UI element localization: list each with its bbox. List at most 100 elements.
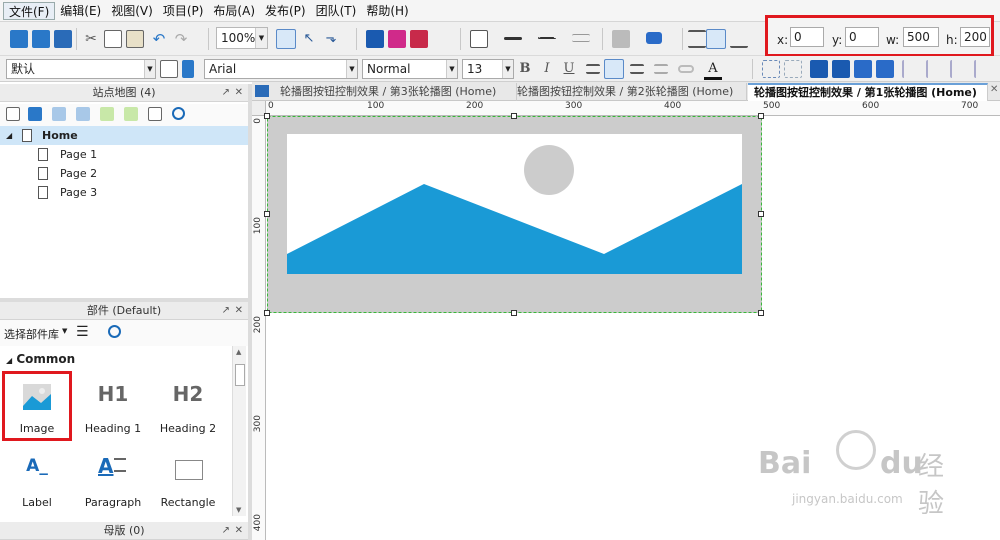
align-left-icon[interactable] xyxy=(586,64,600,74)
pop-out-icon[interactable]: ↗ xyxy=(222,522,230,540)
select-contain-icon[interactable]: ↖ xyxy=(300,30,318,48)
tab-slide-1[interactable]: 轮播图按钮控制效果 / 第1张轮播图 (Home) xyxy=(748,83,988,101)
close-icon[interactable]: ✕ xyxy=(235,522,243,540)
share-icon[interactable] xyxy=(388,30,406,48)
align-right-icon[interactable] xyxy=(630,64,644,74)
collapse-triangle-icon[interactable]: ◢ xyxy=(6,356,12,365)
resize-handle-se[interactable] xyxy=(758,310,764,316)
copy-icon[interactable] xyxy=(104,30,122,48)
resize-handle-e[interactable] xyxy=(758,211,764,217)
underline-button[interactable]: U xyxy=(560,60,578,78)
send-back-icon[interactable] xyxy=(832,60,850,78)
save-icon[interactable] xyxy=(54,30,72,48)
italic-button[interactable]: I xyxy=(538,60,556,78)
tab-slide-3[interactable]: 轮播图按钮控制效果 / 第3张轮播图 (Home) xyxy=(274,83,517,101)
menu-layout[interactable]: 布局(A) xyxy=(208,2,260,20)
font-select[interactable]: Arial ▼ xyxy=(204,59,358,79)
align-top-icon[interactable] xyxy=(688,30,706,48)
sitemap-item-page-3[interactable]: Page 3 xyxy=(0,183,248,202)
arrow-style-icon[interactable] xyxy=(572,34,590,42)
align-center-icon[interactable] xyxy=(604,59,624,79)
group-icon[interactable] xyxy=(762,60,780,78)
y-input[interactable]: 0 xyxy=(845,27,879,47)
move-up-icon[interactable] xyxy=(52,107,66,121)
x-input[interactable]: 0 xyxy=(790,27,824,47)
widget-label[interactable]: A_ Label xyxy=(2,450,72,514)
font-weight-select[interactable]: Normal ▼ xyxy=(362,59,458,79)
delete-page-icon[interactable] xyxy=(148,107,162,121)
menu-edit[interactable]: 编辑(E) xyxy=(55,2,106,20)
sitemap-item-page-2[interactable]: Page 2 xyxy=(0,164,248,183)
publish-icon[interactable] xyxy=(410,30,428,48)
line-style-icon[interactable] xyxy=(538,37,556,39)
menu-help[interactable]: 帮助(H) xyxy=(361,2,413,20)
search-icon[interactable] xyxy=(172,107,185,120)
menu-publish[interactable]: 发布(P) xyxy=(260,2,311,20)
close-icon[interactable]: ✕ xyxy=(990,84,998,95)
add-folder-icon[interactable] xyxy=(28,107,42,121)
scroll-up-icon[interactable]: ▲ xyxy=(236,348,241,356)
undo-icon[interactable]: ↶ xyxy=(150,30,168,48)
resize-handle-s[interactable] xyxy=(511,310,517,316)
widget-heading-2[interactable]: H2 Heading 2 xyxy=(153,376,223,440)
bring-front-icon[interactable] xyxy=(810,60,828,78)
paint-bucket-icon[interactable] xyxy=(612,30,630,48)
menu-file[interactable]: 文件(F) xyxy=(3,1,56,20)
paste-icon[interactable] xyxy=(126,30,144,48)
resize-handle-n[interactable] xyxy=(511,113,517,119)
style-edit-icon[interactable] xyxy=(160,60,178,78)
outdent-icon[interactable] xyxy=(124,107,138,121)
widget-paragraph[interactable]: A Paragraph xyxy=(78,450,148,514)
ungroup-icon[interactable] xyxy=(784,60,802,78)
bullet-list-icon[interactable] xyxy=(654,64,668,74)
resize-handle-sw[interactable] xyxy=(264,310,270,316)
zoom-select[interactable]: 100% ▼ xyxy=(216,27,268,49)
new-file-icon[interactable] xyxy=(10,30,28,48)
tab-slide-2[interactable]: 轮播图按钮控制效果 / 第2张轮播图 (Home) xyxy=(511,83,747,101)
fill-color-icon[interactable] xyxy=(470,30,488,48)
shape-fill-icon[interactable] xyxy=(646,32,662,44)
tab-list-icon[interactable] xyxy=(255,85,269,97)
font-size-select[interactable]: 13 ▼ xyxy=(462,59,514,79)
align-middle-icon[interactable] xyxy=(706,29,726,49)
connector-icon[interactable]: ⬎ xyxy=(322,30,340,48)
format-painter-icon[interactable] xyxy=(182,60,194,78)
w-input[interactable]: 500 xyxy=(903,27,939,47)
menu-team[interactable]: 团队(T) xyxy=(311,2,362,20)
library-select[interactable]: 选择部件库 xyxy=(4,326,59,342)
bring-forward-icon[interactable] xyxy=(854,60,872,78)
scroll-thumb[interactable] xyxy=(235,364,245,386)
widget-section-common[interactable]: ◢ Common xyxy=(0,349,232,369)
pop-out-icon[interactable]: ↗ xyxy=(222,84,230,102)
redo-icon[interactable]: ↷ xyxy=(172,30,190,48)
menu-project[interactable]: 项目(P) xyxy=(158,2,209,20)
distribute-icon[interactable] xyxy=(926,60,944,78)
select-intersect-icon[interactable] xyxy=(276,29,296,49)
menu-view[interactable]: 视图(V) xyxy=(106,2,158,20)
distribute-h-icon[interactable] xyxy=(950,60,968,78)
close-icon[interactable]: ✕ xyxy=(235,84,243,102)
style-select[interactable]: 默认 ▼ xyxy=(6,59,156,79)
resize-handle-ne[interactable] xyxy=(758,113,764,119)
preview-icon[interactable] xyxy=(366,30,384,48)
bold-button[interactable]: B xyxy=(516,60,534,78)
widget-rectangle[interactable]: Rectangle xyxy=(153,450,223,514)
scroll-down-icon[interactable]: ▼ xyxy=(236,506,241,514)
cut-icon[interactable]: ✂ xyxy=(82,30,100,48)
sitemap-item-home[interactable]: ◢ Home xyxy=(0,126,248,145)
search-icon[interactable] xyxy=(108,325,121,338)
align-bottom-icon[interactable] xyxy=(730,30,748,48)
sitemap-item-page-1[interactable]: Page 1 xyxy=(0,145,248,164)
h-input[interactable]: 200 xyxy=(960,27,990,47)
pop-out-icon[interactable]: ↗ xyxy=(222,302,230,320)
menu-lines-icon[interactable]: ☰ xyxy=(76,325,89,339)
widget-heading-1[interactable]: H1 Heading 1 xyxy=(78,376,148,440)
widgets-scrollbar[interactable]: ▲ ▼ xyxy=(232,346,246,516)
close-icon[interactable]: ✕ xyxy=(235,302,243,320)
line-weight-icon[interactable] xyxy=(504,37,522,40)
resize-handle-w[interactable] xyxy=(264,211,270,217)
send-backward-icon[interactable] xyxy=(876,60,894,78)
resize-handle-nw[interactable] xyxy=(264,113,270,119)
add-page-icon[interactable] xyxy=(6,107,20,121)
link-icon[interactable] xyxy=(678,65,694,73)
